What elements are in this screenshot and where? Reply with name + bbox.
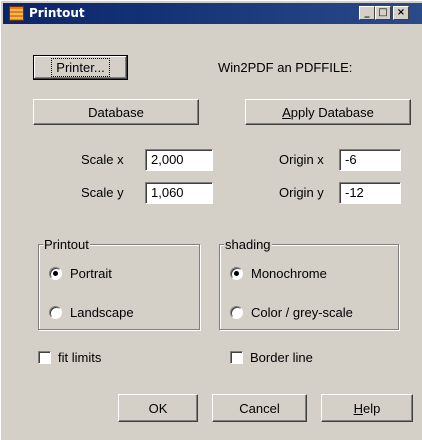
app-icon xyxy=(9,6,24,21)
ok-button[interactable]: OK xyxy=(118,394,198,422)
apply-database-label: Apply Database xyxy=(282,104,374,120)
fit-limits-label[interactable]: fit limits xyxy=(58,350,101,365)
monochrome-radio[interactable] xyxy=(230,267,243,280)
printer-button-label: Printer... xyxy=(51,58,110,77)
window-title: Printout xyxy=(29,6,85,20)
database-button[interactable]: Database xyxy=(33,99,199,125)
minimize-button[interactable]: _ xyxy=(359,6,375,20)
portrait-radio[interactable] xyxy=(49,267,62,280)
printer-status: Win2PDF an PDFFILE: xyxy=(218,60,353,75)
maximize-button[interactable]: □ xyxy=(375,6,391,20)
ok-button-label: OK xyxy=(148,400,168,416)
landscape-label[interactable]: Landscape xyxy=(70,305,134,320)
apply-database-button[interactable]: Apply Database xyxy=(245,99,411,125)
fit-limits-checkbox[interactable] xyxy=(38,351,51,364)
scale-y-field[interactable]: 1,060 xyxy=(145,182,213,204)
scale-x-field[interactable]: 2,000 xyxy=(145,149,213,171)
printer-button[interactable]: Printer... xyxy=(33,55,128,80)
origin-y-label: Origin y xyxy=(279,185,324,200)
color-greyscale-label[interactable]: Color / grey-scale xyxy=(251,305,353,320)
portrait-label[interactable]: Portrait xyxy=(70,266,112,281)
border-line-checkbox[interactable] xyxy=(230,351,243,364)
radio-dot-icon xyxy=(234,271,239,276)
help-button[interactable]: Help xyxy=(321,394,413,422)
printout-group-title: Printout xyxy=(43,237,90,252)
origin-y-field[interactable]: -12 xyxy=(339,182,401,204)
color-greyscale-radio[interactable] xyxy=(230,306,243,319)
scale-y-label: Scale y xyxy=(81,185,124,200)
scale-x-label: Scale x xyxy=(81,152,124,167)
title-bar[interactable]: Printout _ □ × xyxy=(3,3,422,24)
radio-dot-icon xyxy=(53,271,58,276)
cancel-button[interactable]: Cancel xyxy=(212,394,307,422)
border-line-label[interactable]: Border line xyxy=(250,350,313,365)
shading-group-title: shading xyxy=(224,237,272,252)
help-button-label: Help xyxy=(353,400,381,416)
origin-x-label: Origin x xyxy=(279,152,324,167)
origin-x-field[interactable]: -6 xyxy=(339,149,401,171)
close-button[interactable]: × xyxy=(393,6,409,20)
cancel-button-label: Cancel xyxy=(239,400,280,416)
monochrome-label[interactable]: Monochrome xyxy=(251,266,327,281)
landscape-radio[interactable] xyxy=(49,306,62,319)
printout-dialog: Printout _ □ × Printer... Win2PDF an PDF… xyxy=(0,0,422,440)
database-button-label: Database xyxy=(88,104,144,120)
